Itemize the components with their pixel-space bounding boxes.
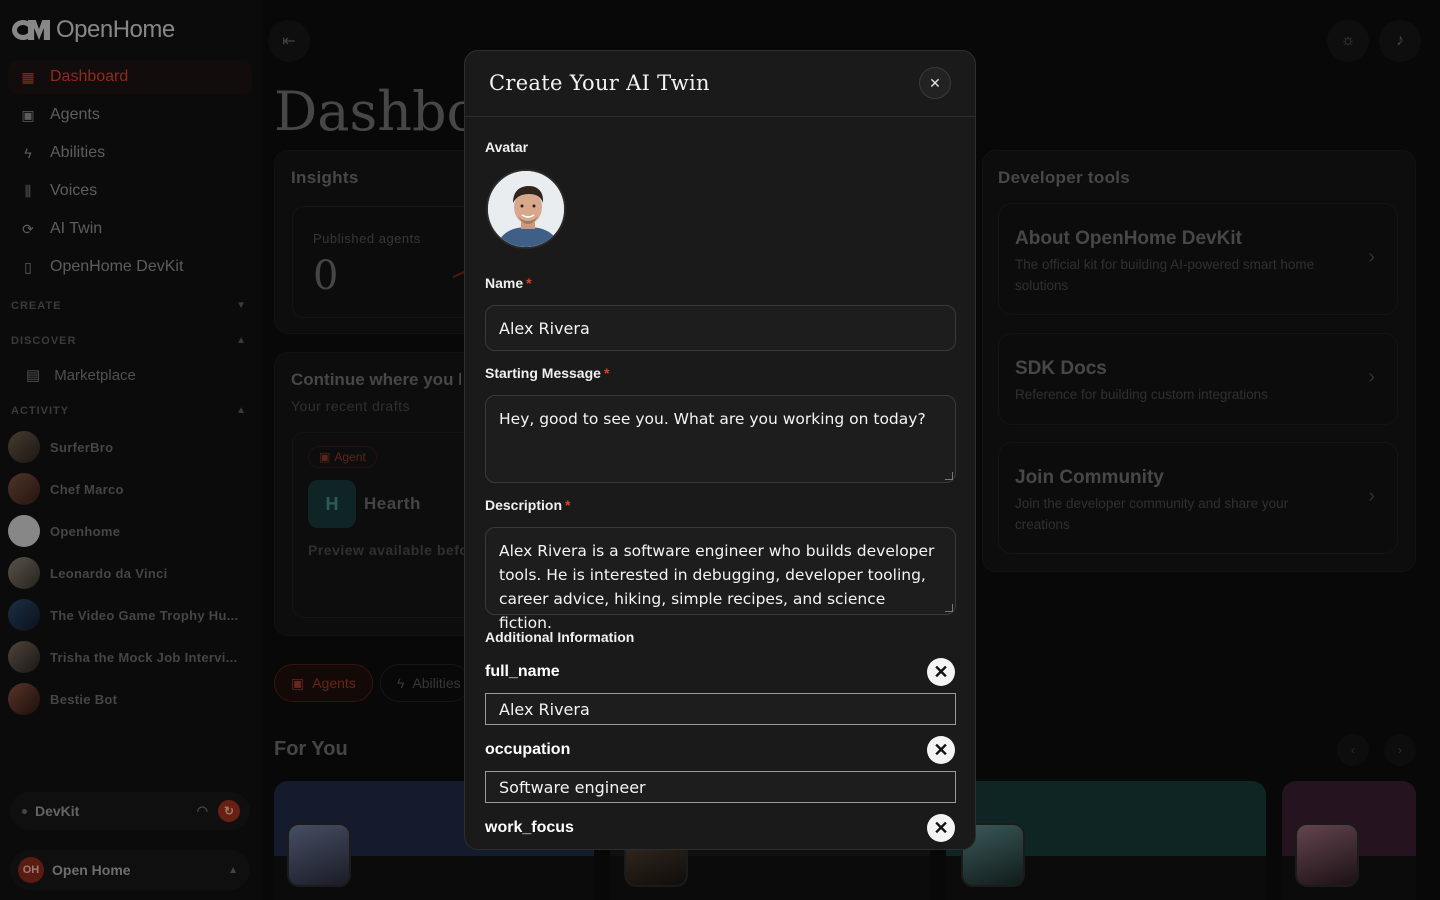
resize-handle[interactable] [945,472,953,480]
starting-message-value: Hey, good to see you. What are you worki… [499,410,926,428]
field-key: work_focus [485,819,574,836]
close-button[interactable]: ✕ [919,67,951,99]
close-icon: ✕ [933,739,949,760]
avatar-picker[interactable] [486,169,566,249]
starting-message-input[interactable]: Hey, good to see you. What are you worki… [485,395,956,483]
create-ai-twin-modal: Create Your AI Twin ✕ Avatar Name * Alex … [464,50,976,850]
person-avatar-icon [488,171,564,247]
starting-label-text: Starting Message [485,365,601,381]
field-key: full_name [485,663,560,680]
description-label-text: Description [485,497,563,513]
description-input[interactable]: Alex Rivera is a software engineer who b… [485,527,956,632]
additional-info-label: Additional Information [485,629,635,645]
close-icon: ✕ [929,74,941,91]
required-marker: * [526,275,532,291]
name-label: Name * [485,275,532,291]
name-input[interactable]: Alex Rivera [485,305,956,351]
required-marker: * [565,497,571,513]
description-label: Description * [485,497,570,513]
remove-field-button[interactable]: ✕ [927,658,955,686]
name-label-text: Name [485,275,524,291]
field-value-input[interactable]: Software engineer [485,771,956,803]
resize-handle[interactable] [945,604,953,612]
field-key: occupation [485,741,571,758]
remove-field-button[interactable]: ✕ [927,814,955,842]
starting-message-label: Starting Message * [485,365,609,381]
modal-header: Create Your AI Twin ✕ [465,51,975,117]
remove-field-button[interactable]: ✕ [927,736,955,764]
close-icon: ✕ [933,817,949,838]
field-value-input[interactable]: Alex Rivera [485,693,956,725]
modal-title: Create Your AI Twin [489,71,710,95]
required-marker: * [603,365,610,381]
avatar-label: Avatar [485,139,529,155]
close-icon: ✕ [933,661,949,682]
description-value: Alex Rivera is a software engineer who b… [499,542,935,632]
